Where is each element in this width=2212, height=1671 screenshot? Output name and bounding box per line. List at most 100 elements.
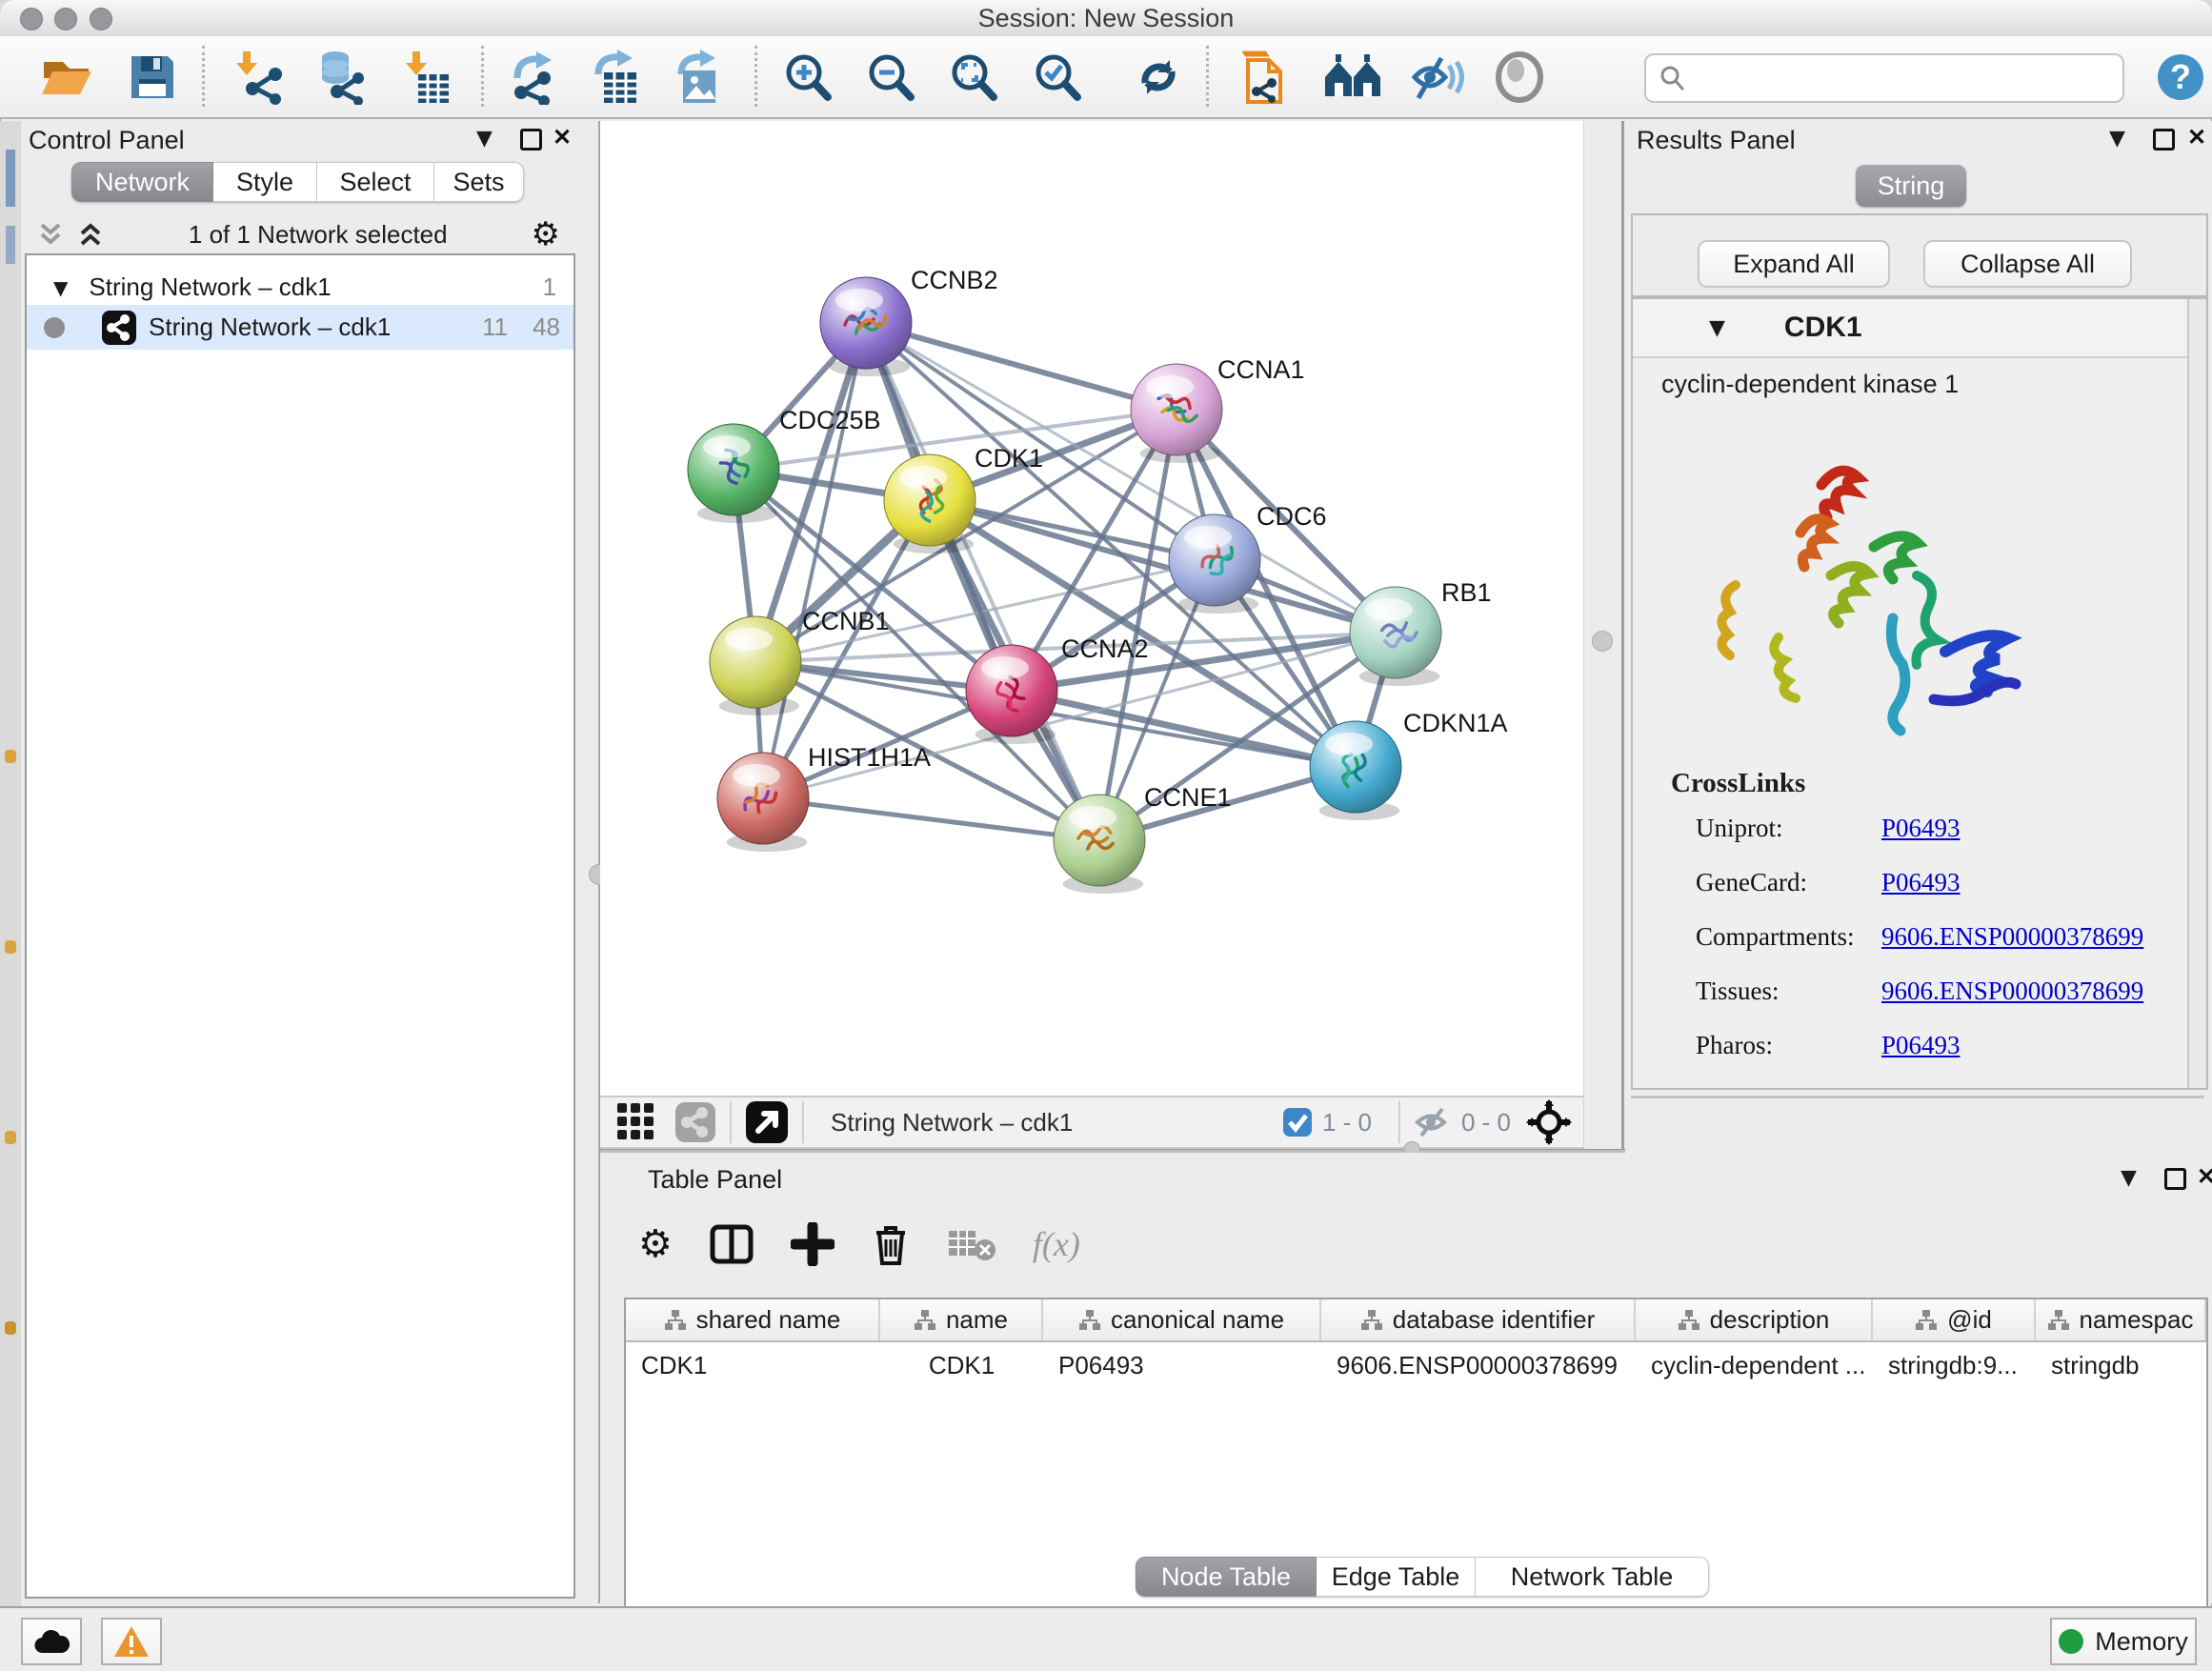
column-header-4[interactable]: description (1636, 1299, 1873, 1340)
fit-crosshair-icon[interactable] (1526, 1099, 1572, 1145)
tab-sets[interactable]: Sets (434, 162, 524, 202)
table-panel-collapse-icon[interactable]: ▼ (2121, 1166, 2137, 1190)
right-splitter-handle[interactable] (1592, 631, 1613, 652)
tab-network[interactable]: Network (71, 162, 213, 202)
table-toolbar: ⚙ f(x) (638, 1218, 1080, 1271)
export-network-button[interactable] (506, 48, 565, 107)
table-panel-close-icon[interactable]: ✕ (2197, 1163, 2212, 1191)
zoom-fit-icon (947, 50, 1000, 104)
network-row-selected[interactable]: String Network – cdk1 11 48 (27, 305, 573, 350)
tab-node-table[interactable]: Node Table (1136, 1557, 1317, 1597)
network-collection-row[interactable]: ▼ String Network – cdk1 1 (27, 265, 573, 310)
birds-eye-grid-icon[interactable] (615, 1101, 657, 1143)
export-table-button[interactable] (588, 48, 647, 107)
column-header-1[interactable]: name (880, 1299, 1043, 1340)
add-column-plus-icon[interactable] (791, 1222, 835, 1266)
delete-column-trash-icon[interactable] (871, 1221, 911, 1267)
show-glass-button[interactable] (1490, 48, 1549, 107)
eye-ball-icon (1494, 51, 1545, 103)
string-home-button[interactable] (1323, 48, 1382, 107)
save-session-button[interactable] (123, 48, 182, 107)
table-panel-float-icon[interactable] (2164, 1168, 2186, 1190)
table-options-gear-icon[interactable]: ⚙ (638, 1225, 673, 1263)
warnings-button[interactable] (101, 1618, 162, 1665)
network-node-RB1[interactable]: RB1 (1350, 578, 1492, 686)
column-header-5[interactable]: @id (1873, 1299, 2036, 1340)
control-panel-collapse-icon[interactable]: ▼ (476, 127, 493, 151)
column-header-0[interactable]: shared name (626, 1299, 880, 1340)
network-canvas[interactable]: CCNB2CCNA1CDC25BCDK1CDC6RB1CCNB1CCNA2CDK… (600, 121, 1583, 1096)
node-label-CDC6: CDC6 (1257, 502, 1327, 531)
network-node-CCNA1[interactable]: CCNA1 (1131, 355, 1305, 463)
expand-all-button[interactable]: Expand All (1698, 240, 1890, 288)
table-row[interactable]: CDK1CDK1P064939606.ENSP00000378699cyclin… (626, 1342, 2206, 1388)
toolbar-separator (754, 46, 757, 107)
import-network-from-database-button[interactable] (311, 48, 370, 107)
network-selection-bar: 1 of 1 Network selected ⚙ (21, 216, 577, 252)
network-node-CCNE1[interactable]: CCNE1 (1054, 783, 1232, 894)
string-import-button[interactable] (1237, 48, 1297, 107)
show-columns-icon[interactable] (709, 1221, 754, 1267)
control-panel-close-icon[interactable]: ✕ (553, 124, 572, 151)
results-panel-float-icon[interactable] (2153, 129, 2175, 151)
refresh-button[interactable] (1129, 48, 1188, 107)
help-button[interactable]: ? (2151, 48, 2210, 107)
cell-6[interactable]: stringdb (2036, 1342, 2206, 1388)
column-source-icon (2047, 1309, 2070, 1332)
zoom-selected-button[interactable] (1028, 48, 1087, 107)
section-expander-icon[interactable]: ▼ (1709, 316, 1725, 340)
function-builder-button[interactable]: f(x) (1033, 1224, 1080, 1264)
collapse-all-button[interactable]: Collapse All (1923, 240, 2132, 288)
memory-button[interactable]: Memory (2050, 1618, 2197, 1665)
tab-edge-table[interactable]: Edge Table (1317, 1557, 1476, 1597)
crosslink-link[interactable]: P06493 (1881, 814, 1961, 843)
open-session-button[interactable] (37, 48, 96, 107)
tree-expander-icon[interactable]: ▼ (53, 276, 68, 299)
results-panel-close-icon[interactable]: ✕ (2187, 124, 2206, 151)
results-panel-collapse-icon[interactable]: ▼ (2109, 127, 2125, 151)
cloud-tasks-button[interactable] (21, 1618, 82, 1665)
gene-section-header[interactable]: ▼ CDK1 (1633, 299, 2206, 358)
search-input[interactable] (1644, 53, 2124, 103)
zoom-in-button[interactable] (778, 48, 837, 107)
results-scrollbar[interactable] (2187, 299, 2206, 1088)
hide-glass-button[interactable] (1407, 48, 1466, 107)
cell-2[interactable]: P06493 (1043, 1342, 1321, 1388)
network-overview-share-icon[interactable] (674, 1101, 716, 1143)
cell-3[interactable]: 9606.ENSP00000378699 (1321, 1342, 1636, 1388)
network-node-HIST1H1A[interactable]: HIST1H1A (717, 743, 931, 852)
zoom-out-button[interactable] (861, 48, 920, 107)
column-header-3[interactable]: database identifier (1321, 1299, 1636, 1340)
cell-4[interactable]: cyclin-dependent ... (1636, 1342, 1873, 1388)
column-header-6[interactable]: namespac (2036, 1299, 2206, 1340)
crosslink-link[interactable]: 9606.ENSP00000378699 (1881, 976, 2143, 1006)
import-table-from-file-button[interactable] (397, 48, 456, 107)
crosslink-link[interactable]: 9606.ENSP00000378699 (1881, 922, 2143, 952)
export-image-icon (672, 50, 725, 105)
tab-string[interactable]: String (1856, 165, 1966, 207)
detach-view-icon[interactable] (745, 1100, 789, 1144)
tab-select[interactable]: Select (317, 162, 434, 202)
collapse-all-chevron-icon[interactable] (36, 220, 65, 249)
cell-1[interactable]: CDK1 (880, 1342, 1043, 1388)
crosslinks-title: CrossLinks (1671, 768, 1805, 799)
tab-network-table[interactable]: Network Table (1476, 1557, 1709, 1597)
cell-0[interactable]: CDK1 (626, 1342, 880, 1388)
selected-checkbox-icon[interactable] (1282, 1107, 1313, 1137)
table-header-row: shared namenamecanonical namedatabase id… (626, 1299, 2206, 1342)
control-panel-float-icon[interactable] (520, 129, 542, 151)
zoom-fit-button[interactable] (944, 48, 1003, 107)
column-header-2[interactable]: canonical name (1043, 1299, 1321, 1340)
export-image-button[interactable] (669, 48, 728, 107)
crosslink-link[interactable]: P06493 (1881, 1031, 1961, 1060)
expand-all-chevron-icon[interactable] (76, 220, 105, 249)
view-status-group: 1 - 0 0 - 0 (1282, 1099, 1583, 1145)
network-options-gear-icon[interactable]: ⚙ (532, 218, 560, 251)
results-splitter[interactable] (1631, 1096, 2204, 1098)
import-network-from-file-button[interactable] (230, 48, 289, 107)
tab-style[interactable]: Style (213, 162, 317, 202)
cell-5[interactable]: stringdb:9... (1873, 1342, 2036, 1388)
crosslink-link[interactable]: P06493 (1881, 868, 1961, 897)
network-node-CDKN1A[interactable]: CDKN1A (1310, 709, 1508, 820)
collection-count: 1 (543, 272, 556, 302)
